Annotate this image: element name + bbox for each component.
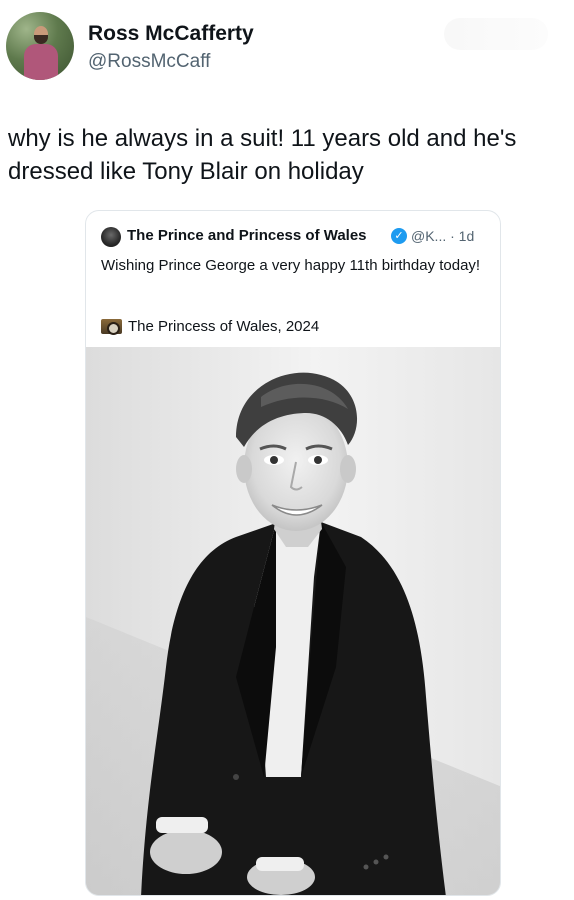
quoted-author-name[interactable]: The Prince and Princess of Wales [127, 227, 367, 244]
quoted-author-handle-time: @K... · 1d [411, 228, 475, 244]
tweet-header: Ross McCafferty @RossMcCaff [6, 12, 566, 84]
author-avatar[interactable] [6, 12, 74, 80]
verified-badge-icon: ✓ [391, 228, 407, 244]
photo-credit-text: The Princess of Wales, 2024 [128, 318, 320, 335]
portrait-illustration [86, 347, 500, 895]
blurred-follow-button[interactable] [444, 18, 548, 50]
quoted-tweet-text: Wishing Prince George a very happy 11th … [101, 257, 481, 274]
avatar-body [24, 44, 58, 80]
quoted-tweet-card[interactable]: The Prince and Princess of Wales ✓ @K...… [85, 210, 501, 896]
tweet-text: why is he always in a suit! 11 years old… [8, 125, 517, 185]
quoted-tweet-photo[interactable] [86, 347, 500, 895]
camera-icon [101, 319, 122, 335]
quoted-tweet-header: The Prince and Princess of Wales ✓ @K...… [101, 225, 497, 247]
avatar-beard [34, 35, 48, 44]
author-name[interactable]: Ross McCafferty [88, 22, 254, 46]
quoted-author-avatar[interactable] [101, 227, 121, 247]
author-handle[interactable]: @RossMcCaff [88, 51, 210, 73]
